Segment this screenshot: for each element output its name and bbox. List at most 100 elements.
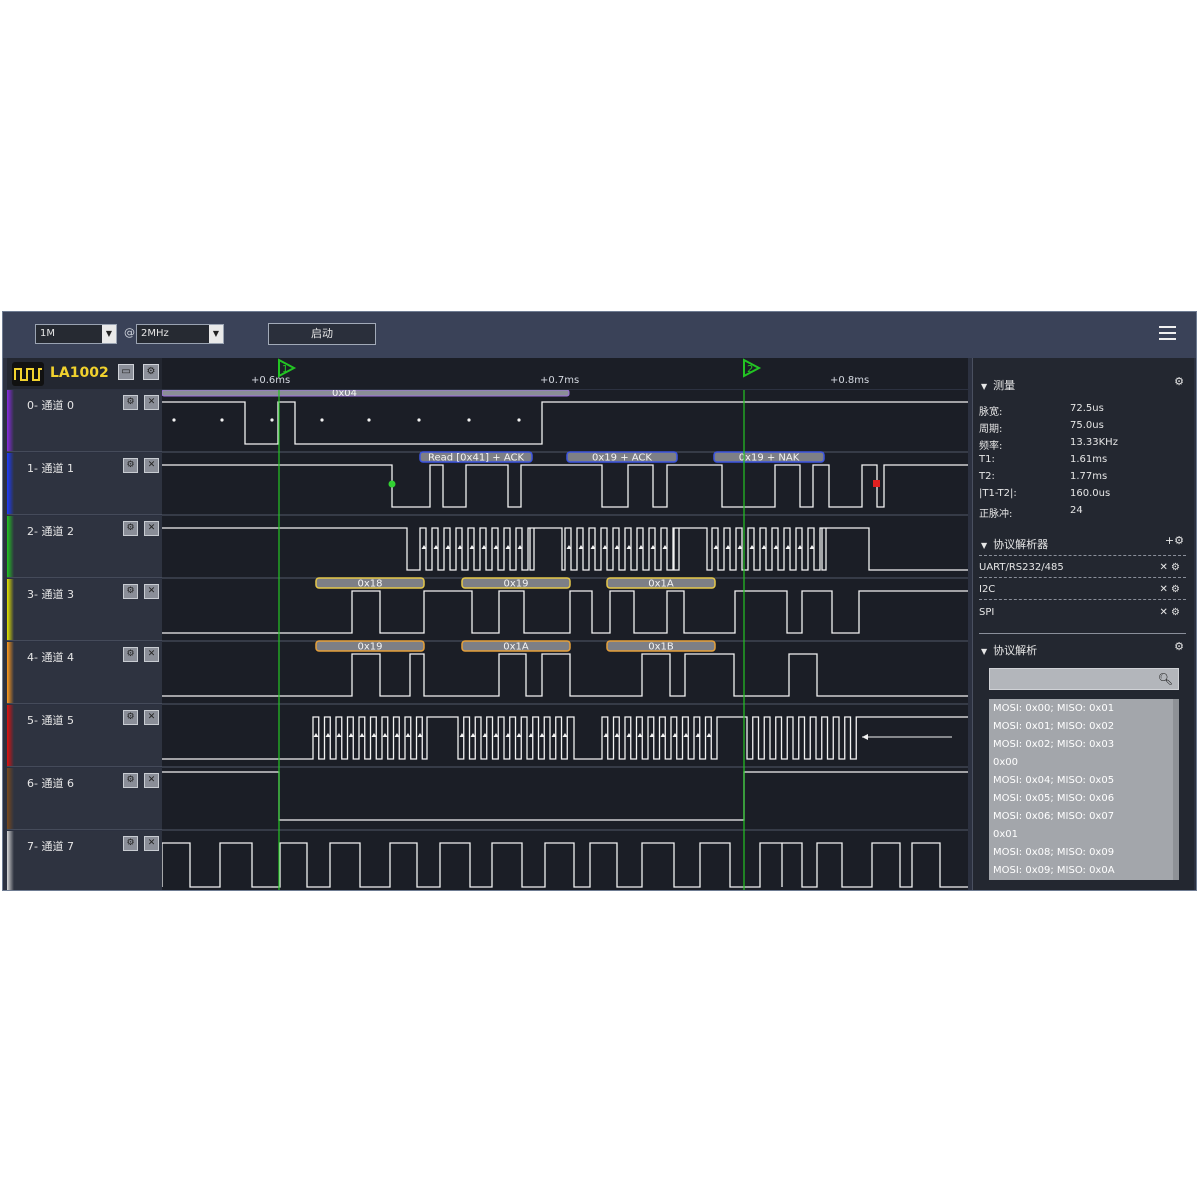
- chevron-down-icon[interactable]: ▼: [102, 325, 116, 343]
- channel-close-icon[interactable]: ✕: [144, 647, 159, 662]
- sample-rate-select[interactable]: 2MHz ▼: [136, 324, 224, 344]
- channel-row-4[interactable]: 4- 通道 4 ⚙ ✕: [7, 642, 162, 704]
- result-item[interactable]: MOSI: 0x05; MISO: 0x06: [993, 793, 1114, 804]
- channel-settings-icon[interactable]: ⚙: [123, 458, 138, 473]
- channel-row-1[interactable]: 1- 通道 1 ⚙ ✕: [7, 453, 162, 515]
- protocol-header[interactable]: ▼ 协议解析: [981, 642, 1037, 658]
- channel-settings-icon[interactable]: ⚙: [123, 521, 138, 536]
- cursor-2-marker[interactable]: 2: [743, 358, 762, 378]
- channel-color-bar: [7, 390, 14, 451]
- channel-color-bar: [7, 705, 14, 766]
- channel-row-5[interactable]: 5- 通道 5 ⚙ ✕: [7, 705, 162, 767]
- channel-row-3[interactable]: 3- 通道 3 ⚙ ✕: [7, 579, 162, 641]
- channel-label: 4- 通道 4: [27, 651, 74, 664]
- channel-close-icon[interactable]: ✕: [144, 458, 159, 473]
- cursor-1-marker[interactable]: 1: [278, 358, 297, 378]
- protocol-search-input[interactable]: 🔍︎: [989, 668, 1179, 690]
- sample-dot: [367, 418, 371, 422]
- search-icon[interactable]: 🔍︎: [1158, 672, 1173, 686]
- analyzer-item-spi[interactable]: SPI ✕ ⚙: [979, 607, 1184, 618]
- hamburger-menu-icon[interactable]: [1159, 326, 1176, 340]
- channel-close-icon[interactable]: ✕: [144, 773, 159, 788]
- sample-depth-select[interactable]: 1M ▼: [35, 324, 117, 344]
- sample-dot: [270, 418, 274, 422]
- waveform-area[interactable]: 0x04 Read [0x41] + ACK 0x19 + ACK 0x19 + NA…: [161, 388, 968, 891]
- sample-dot: [417, 418, 421, 422]
- measurement-key: 正脉冲:: [979, 509, 1013, 520]
- channel-close-icon[interactable]: ✕: [144, 836, 159, 851]
- measurement-value: 160.0us: [1070, 488, 1111, 499]
- channel-settings-icon[interactable]: ⚙: [123, 647, 138, 662]
- channel-close-icon[interactable]: ✕: [144, 710, 159, 725]
- divider: [979, 599, 1186, 600]
- channel-settings-icon[interactable]: ⚙: [123, 395, 138, 410]
- channel-color-bar: [7, 642, 14, 703]
- decode-label: 0x1A: [503, 642, 529, 653]
- channel-color-bar: [7, 579, 14, 640]
- collapse-triangle-icon[interactable]: ▼: [981, 541, 987, 550]
- channel-close-icon[interactable]: ✕: [144, 584, 159, 599]
- toolbar: 1M ▼ @ 2MHz ▼ 启动: [3, 312, 1196, 358]
- result-item[interactable]: MOSI: 0x09; MISO: 0x0A: [993, 865, 1115, 876]
- sample-dot: [467, 418, 471, 422]
- measurement-settings-icon[interactable]: ⚙: [1174, 375, 1184, 388]
- sample-dot: [517, 418, 521, 422]
- channel-label: 2- 通道 2: [27, 525, 74, 538]
- analyzers-header[interactable]: ▼ 协议解析器: [981, 536, 1048, 552]
- measurement-value: 24: [1070, 505, 1083, 516]
- decode-label: 0x1B: [648, 642, 674, 653]
- waveform-canvas[interactable]: 0x04 Read [0x41] + ACK 0x19 + ACK 0x19 + NA…: [161, 388, 968, 891]
- result-item[interactable]: MOSI: 0x04; MISO: 0x05: [993, 775, 1114, 786]
- result-item[interactable]: MOSI: 0x06; MISO: 0x07: [993, 811, 1114, 822]
- channel-color-bar: [7, 768, 14, 829]
- result-item[interactable]: MOSI: 0x02; MISO: 0x03: [993, 739, 1114, 750]
- measurement-value: 13.33KHz: [1070, 437, 1118, 448]
- analyzer-controls-icon[interactable]: ✕ ⚙: [1159, 607, 1180, 618]
- decode-label: 0x19: [357, 642, 382, 653]
- result-item[interactable]: 0x01: [993, 829, 1018, 840]
- result-item[interactable]: MOSI: 0x08; MISO: 0x09: [993, 847, 1114, 858]
- start-button[interactable]: 启动: [268, 323, 376, 345]
- device-settings-icon[interactable]: ⚙: [143, 364, 159, 380]
- decode-label: 0x04: [332, 390, 357, 399]
- channel-row-0[interactable]: 0- 通道 0 ⚙ ✕: [7, 390, 162, 452]
- analyzer-item-i2c[interactable]: I2C ✕ ⚙: [979, 584, 1184, 595]
- channel-settings-icon[interactable]: ⚙: [123, 836, 138, 851]
- channel-settings-icon[interactable]: ⚙: [123, 773, 138, 788]
- analyzer-item-uart[interactable]: UART/RS232/485 ✕ ⚙: [979, 562, 1184, 573]
- add-analyzer-icon[interactable]: +⚙: [1165, 534, 1184, 547]
- channel-label: 3- 通道 3: [27, 588, 74, 601]
- channel-color-bar: [7, 516, 14, 577]
- device-header: LA1002 ▭ ⚙: [7, 358, 162, 389]
- measurement-value: 1.77ms: [1070, 471, 1108, 482]
- waveform-logo-icon: [12, 362, 44, 386]
- channel-color-bar: [7, 453, 14, 514]
- collapse-triangle-icon[interactable]: ▼: [981, 382, 987, 391]
- measurement-key: 周期:: [979, 424, 1003, 435]
- decode-label: 0x19 + ACK: [592, 453, 652, 464]
- analyzer-controls-icon[interactable]: ✕ ⚙: [1159, 562, 1180, 573]
- analyzer-controls-icon[interactable]: ✕ ⚙: [1159, 584, 1180, 595]
- channel-row-6[interactable]: 6- 通道 6 ⚙ ✕: [7, 768, 162, 830]
- measurement-header[interactable]: ▼ 测量: [981, 377, 1015, 393]
- measurement-value: 1.61ms: [1070, 454, 1108, 465]
- channel-settings-icon[interactable]: ⚙: [123, 584, 138, 599]
- channel-close-icon[interactable]: ✕: [144, 395, 159, 410]
- protocol-results-list[interactable]: MOSI: 0x00; MISO: 0x01 MOSI: 0x01; MISO: …: [989, 699, 1179, 880]
- result-item[interactable]: 0x00: [993, 757, 1018, 768]
- device-window-icon[interactable]: ▭: [118, 364, 134, 380]
- channel-row-2[interactable]: 2- 通道 2 ⚙ ✕: [7, 516, 162, 578]
- channel-label: 1- 通道 1: [27, 462, 74, 475]
- result-item[interactable]: MOSI: 0x00; MISO: 0x01: [993, 703, 1114, 714]
- channel-settings-icon[interactable]: ⚙: [123, 710, 138, 725]
- result-item[interactable]: MOSI: 0x01; MISO: 0x02: [993, 721, 1114, 732]
- time-ruler[interactable]: +0.6ms +0.7ms +0.8ms 1 2: [162, 358, 968, 389]
- measurement-key: T2:: [979, 471, 995, 482]
- measurement-title: 测量: [993, 379, 1016, 392]
- collapse-triangle-icon[interactable]: ▼: [981, 647, 987, 656]
- channel-row-7[interactable]: 7- 通道 7 ⚙ ✕: [7, 831, 162, 890]
- channel-close-icon[interactable]: ✕: [144, 521, 159, 536]
- results-scrollbar[interactable]: [1173, 699, 1179, 880]
- chevron-down-icon[interactable]: ▼: [209, 325, 223, 343]
- protocol-settings-icon[interactable]: ⚙: [1174, 640, 1184, 653]
